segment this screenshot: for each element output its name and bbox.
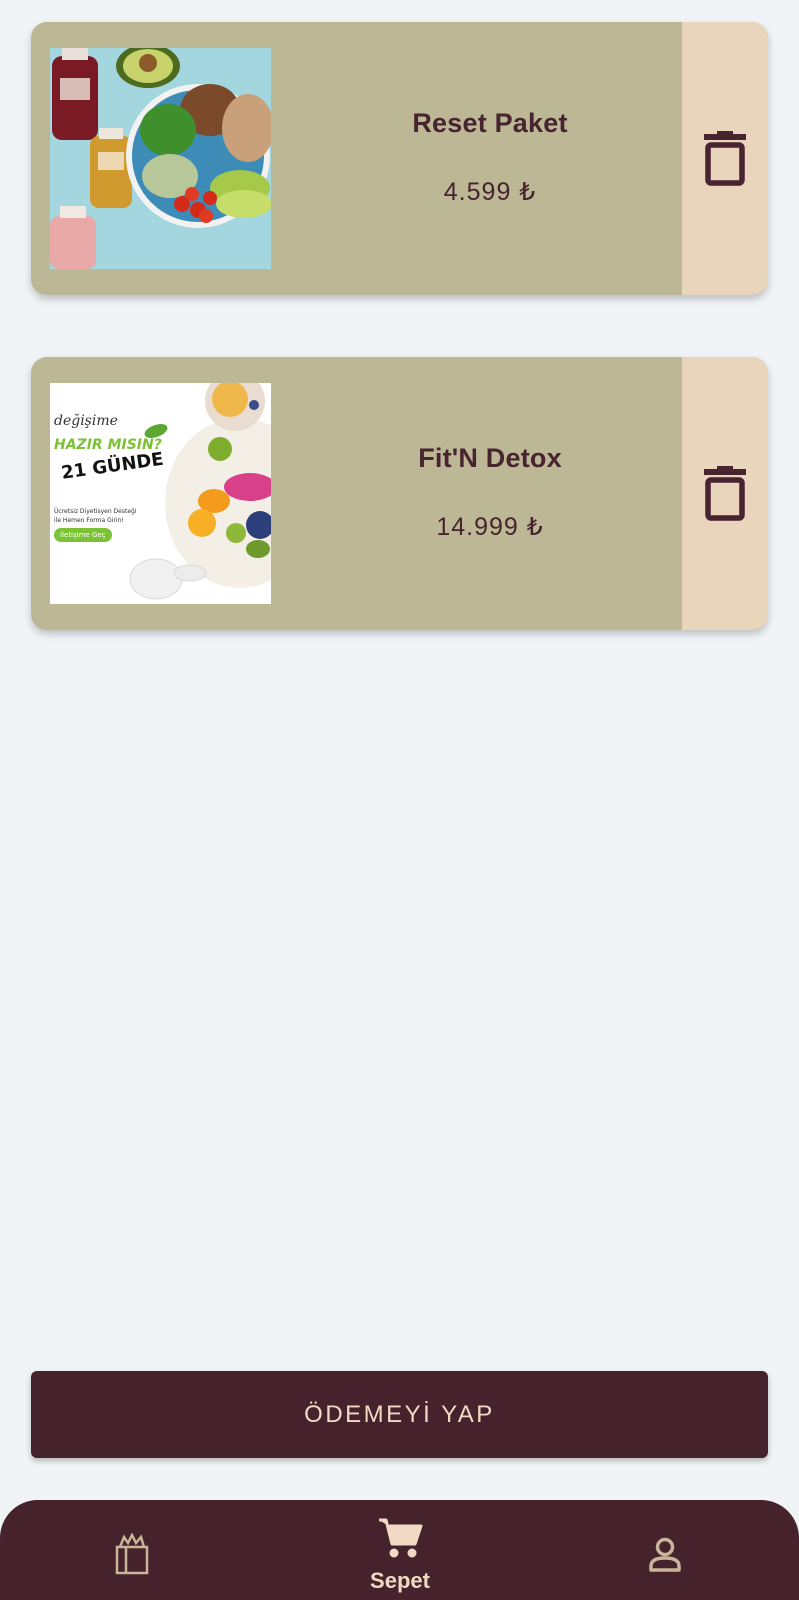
promo-script-text: değişime	[54, 413, 118, 429]
promo-headline: HAZIR MISIN?	[54, 437, 162, 453]
cart-list: Reset Paket 4.599 ₺ değişime HAZIR MISIN…	[31, 22, 768, 692]
nav-item-profile[interactable]	[635, 1500, 695, 1600]
cart-icon	[379, 1518, 423, 1558]
cart-item-card[interactable]: Reset Paket 4.599 ₺	[31, 22, 768, 295]
cart-item-card[interactable]: değişime HAZIR MISIN? 21 GÜNDE Ücretsiz …	[31, 357, 768, 630]
nav-item-shop[interactable]	[100, 1500, 164, 1600]
nav-item-cart[interactable]: Sepet	[350, 1500, 450, 1600]
product-price: 14.999 ₺	[436, 513, 544, 541]
product-title: Reset Paket	[412, 108, 568, 138]
promo-contact-badge: İletişime Geç	[54, 528, 112, 542]
user-icon	[649, 1537, 681, 1572]
delete-button[interactable]	[682, 22, 768, 295]
bottom-navigation: Sepet	[0, 1500, 799, 1600]
delete-button[interactable]	[682, 357, 768, 630]
nav-label-cart: Sepet	[370, 1568, 430, 1593]
cart-item-info: Fit'N Detox 14.999 ₺	[271, 357, 709, 630]
trash-icon	[704, 465, 746, 521]
promo-subtext: Ücretsiz Diyetisyen Desteği ile Hemen Fo…	[54, 508, 137, 524]
product-title: Fit'N Detox	[418, 443, 562, 473]
trash-icon	[704, 130, 746, 186]
product-image-fitn-detox: değişime HAZIR MISIN? 21 GÜNDE Ücretsiz …	[50, 383, 271, 604]
product-image-reset-paket	[50, 48, 271, 269]
checkout-button[interactable]: ÖDEMEYİ YAP	[31, 1371, 768, 1458]
cart-item-info: Reset Paket 4.599 ₺	[271, 22, 709, 295]
shopping-bag-icon	[115, 1533, 149, 1575]
product-price: 4.599 ₺	[443, 178, 537, 206]
